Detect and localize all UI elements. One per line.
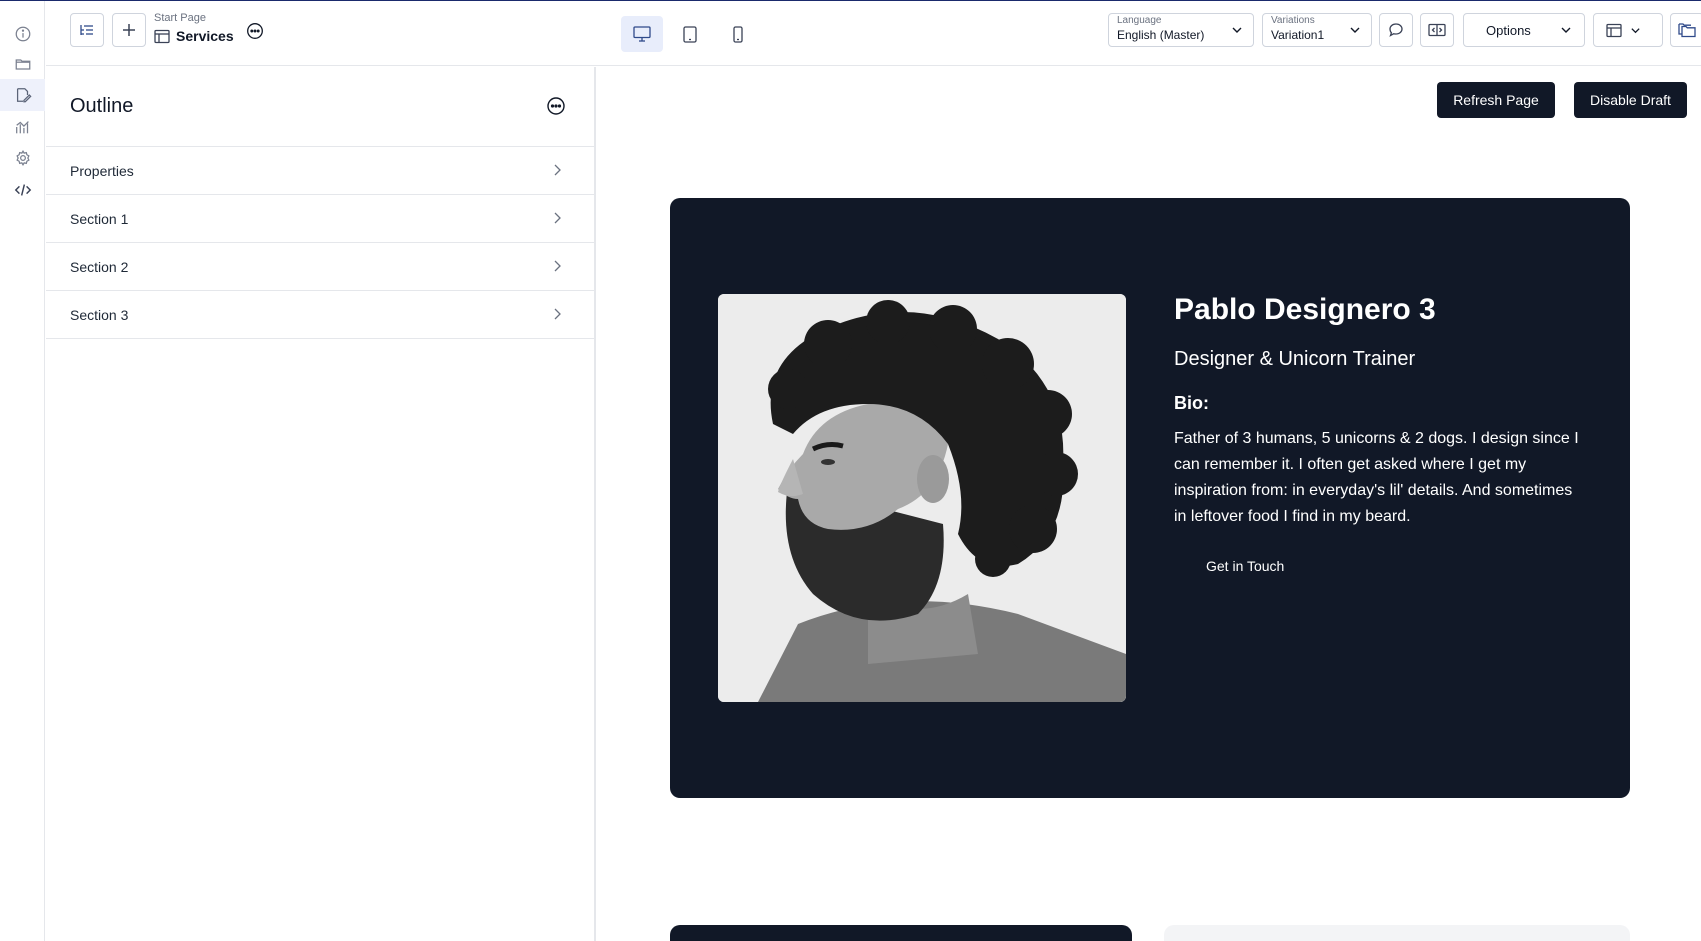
content-library-button[interactable] (1670, 13, 1701, 47)
page-preview: Refresh Page Disable Draft Pablo Designe… (598, 67, 1701, 941)
rail-analytics-button[interactable] (0, 111, 45, 143)
options-label: Options (1486, 22, 1531, 38)
add-button[interactable] (112, 13, 146, 47)
language-select[interactable]: Language English (Master) (1108, 13, 1254, 47)
desktop-icon (633, 26, 651, 42)
top-bar: Start Page Services Language English (Ma… (46, 1, 1701, 66)
disable-draft-button[interactable]: Disable Draft (1574, 82, 1687, 118)
info-icon (15, 26, 30, 42)
outline-item-section-1[interactable]: Section 1 (46, 195, 594, 243)
rail-settings-button[interactable] (0, 142, 45, 174)
breadcrumb-current[interactable]: Services (154, 28, 234, 44)
portrait-photo (718, 294, 1126, 702)
outline-item-label: Section 2 (70, 259, 129, 275)
rail-info-button[interactable] (0, 18, 45, 50)
left-rail (0, 1, 45, 941)
page-edit-icon (16, 88, 32, 103)
desktop-view-button[interactable] (621, 16, 663, 52)
hero-name: Pablo Designero 3 (1174, 293, 1436, 326)
chevron-down-icon (1350, 27, 1360, 33)
rail-code-button[interactable] (0, 174, 45, 206)
chevron-right-icon (554, 212, 561, 224)
analytics-icon (15, 121, 29, 134)
outline-item-properties[interactable]: Properties (46, 147, 594, 195)
refresh-page-button[interactable]: Refresh Page (1437, 82, 1555, 118)
outline-panel: Outline Properties Section 1 Section 2 S… (46, 67, 596, 941)
outline-more-icon[interactable] (546, 96, 566, 116)
get-in-touch-button[interactable]: Get in Touch (1206, 558, 1284, 574)
chevron-right-icon (554, 308, 561, 320)
chevron-down-icon (1232, 27, 1242, 33)
rail-files-button[interactable] (0, 48, 45, 80)
hero-role: Designer & Unicorn Trainer (1174, 348, 1416, 370)
mobile-icon (733, 25, 743, 43)
outline-item-section-2[interactable]: Section 2 (46, 243, 594, 291)
comment-icon (1389, 23, 1403, 37)
outline-header: Outline (46, 67, 594, 147)
chevron-down-icon (1561, 27, 1571, 33)
next-card-dark (670, 925, 1132, 941)
outline-item-label: Section 3 (70, 307, 129, 323)
layout-dropdown[interactable] (1593, 13, 1663, 47)
layout-icon (1606, 23, 1622, 37)
variations-select[interactable]: Variations Variation1 (1262, 13, 1372, 47)
toggle-outline-button[interactable] (70, 13, 104, 47)
tablet-icon (683, 25, 697, 43)
hero-bio-heading: Bio: (1174, 393, 1209, 413)
compare-button[interactable] (1420, 13, 1454, 47)
comments-button[interactable] (1379, 13, 1413, 47)
outline-item-label: Section 1 (70, 211, 129, 227)
breadcrumb-current-label: Services (176, 28, 234, 44)
compare-icon (1428, 23, 1446, 37)
folders-icon (1678, 23, 1696, 38)
language-select-value: English (Master) (1117, 28, 1205, 42)
outline-item-section-3[interactable]: Section 3 (46, 291, 594, 339)
outline-title: Outline (70, 95, 134, 117)
chevron-down-icon (1631, 27, 1640, 33)
hero-card: Pablo Designero 3 Designer & Unicorn Tra… (670, 198, 1630, 798)
plus-icon (123, 24, 135, 36)
language-select-label: Language (1117, 15, 1162, 26)
tablet-view-button[interactable] (669, 16, 711, 52)
page-more-icon[interactable] (246, 22, 264, 40)
tree-list-icon (80, 25, 93, 35)
hero-bio-text: Father of 3 humans, 5 unicorns & 2 dogs.… (1174, 430, 1579, 525)
options-dropdown[interactable]: Options (1463, 13, 1585, 47)
chevron-right-icon (554, 260, 561, 272)
next-card-light (1164, 925, 1630, 941)
breadcrumb-parent[interactable]: Start Page (154, 12, 206, 24)
mobile-view-button[interactable] (717, 16, 759, 52)
page-layout-icon (154, 29, 170, 43)
chevron-right-icon (554, 164, 561, 176)
folder-icon (15, 59, 30, 70)
portrait-image (718, 294, 1126, 702)
gear-icon (15, 150, 30, 166)
code-icon (14, 184, 31, 196)
outline-item-label: Properties (70, 163, 134, 179)
rail-pages-button[interactable] (0, 79, 45, 111)
